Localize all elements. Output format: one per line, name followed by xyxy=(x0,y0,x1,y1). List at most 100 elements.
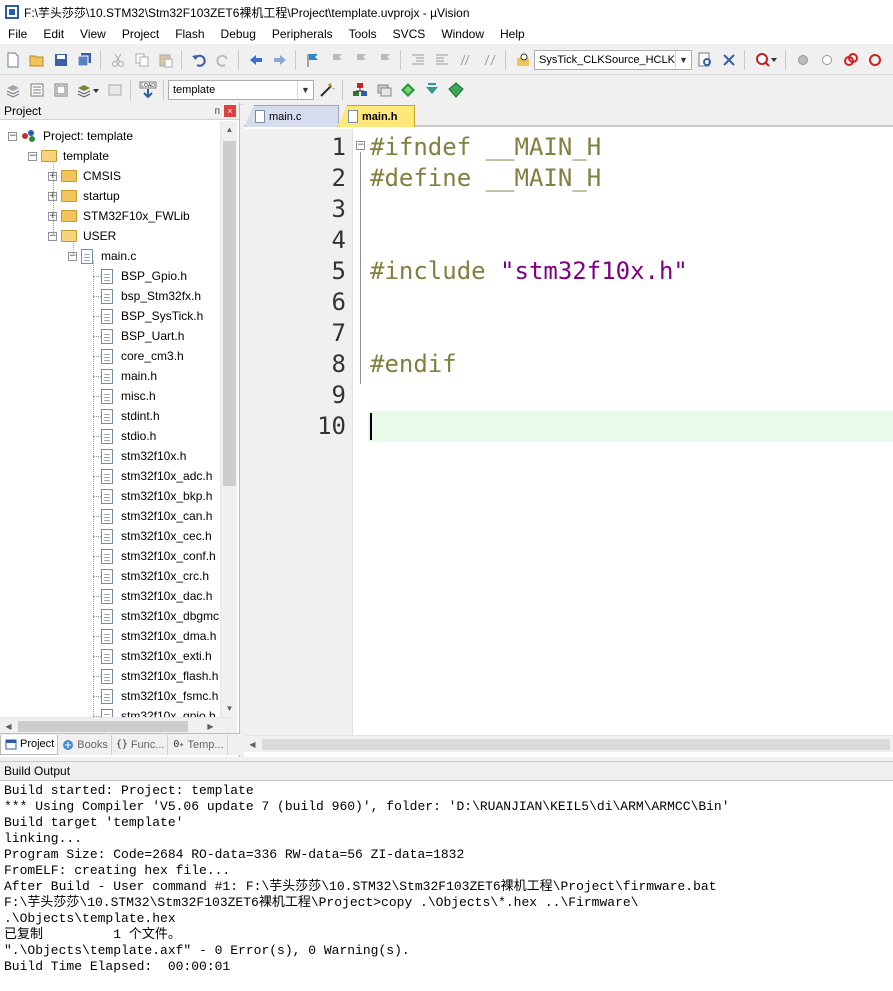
tab-project[interactable]: Project xyxy=(0,734,59,755)
close-icon[interactable]: × xyxy=(224,105,236,117)
tree-include-stm32f10x-dbgmc[interactable]: stm32f10x_dbgmc xyxy=(101,606,219,626)
undo-button[interactable] xyxy=(188,49,210,71)
tree-project-root[interactable]: − Project: template xyxy=(8,126,133,146)
paste-button[interactable] xyxy=(155,49,177,71)
tree-include-stdint-h[interactable]: stdint.h xyxy=(101,406,160,426)
batch-build-button[interactable] xyxy=(74,79,102,101)
kill-breakpoints-button[interactable] xyxy=(864,49,886,71)
scroll-down-icon[interactable]: ▼ xyxy=(221,700,238,717)
tree-include-stm32f10x-dac-h[interactable]: stm32f10x_dac.h xyxy=(101,586,212,606)
pack-installer-2-button[interactable] xyxy=(445,79,467,101)
disable-breakpoints-button[interactable] xyxy=(840,49,862,71)
tree-include-stm32f10x-dma-h[interactable]: stm32f10x_dma.h xyxy=(101,626,216,646)
menu-file[interactable]: File xyxy=(0,24,35,44)
stop-build-button[interactable] xyxy=(104,79,126,101)
bookmark-toggle-button[interactable] xyxy=(302,49,324,71)
tree-include-stm32f10x-adc-h[interactable]: stm32f10x_adc.h xyxy=(101,466,212,486)
manage-rte-button[interactable] xyxy=(397,79,419,101)
debug-session-button[interactable] xyxy=(751,49,781,71)
tree-group-user[interactable]: − USER xyxy=(48,226,116,246)
menu-view[interactable]: View xyxy=(72,24,114,44)
tree-include-stm32f10x-fsmc-h[interactable]: stm32f10x_fsmc.h xyxy=(101,686,218,706)
target-select-dropdown[interactable]: template ▼ xyxy=(168,79,314,100)
tree-include-stm32f10x-conf-h[interactable]: stm32f10x_conf.h xyxy=(101,546,216,566)
menu-project[interactable]: Project xyxy=(114,24,167,44)
tab-functions[interactable]: {} Func... xyxy=(112,734,169,755)
tree-group-cmsis[interactable]: + CMSIS xyxy=(48,166,121,186)
menu-window[interactable]: Window xyxy=(433,24,492,44)
translate-button[interactable] xyxy=(2,79,24,101)
rebuild-button[interactable] xyxy=(50,79,72,101)
scrollbar-thumb[interactable] xyxy=(18,721,188,732)
tree-include-stm32f10x-gpio-h[interactable]: stm32f10x_gpio.h xyxy=(101,706,216,717)
tree-include-main-h[interactable]: main.h xyxy=(101,366,157,386)
tree-vertical-scrollbar[interactable]: ▲ ▼ xyxy=(220,121,237,717)
pack-installer-button[interactable] xyxy=(421,79,443,101)
comment-button[interactable] xyxy=(455,49,477,71)
tree-include-bsp-uart-h[interactable]: BSP_Uart.h xyxy=(101,326,184,346)
menu-peripherals[interactable]: Peripherals xyxy=(264,24,341,44)
find-in-files-button[interactable] xyxy=(512,49,534,71)
menu-debug[interactable]: Debug xyxy=(213,24,264,44)
tree-group-startup[interactable]: + startup xyxy=(48,186,120,206)
indent-button[interactable] xyxy=(407,49,429,71)
scroll-up-icon[interactable]: ▲ xyxy=(221,121,238,138)
menu-edit[interactable]: Edit xyxy=(35,24,72,44)
tree-target-template[interactable]: − template xyxy=(28,146,109,166)
select-packs-button[interactable] xyxy=(373,79,395,101)
incremental-find-button[interactable] xyxy=(718,49,740,71)
bookmark-prev-button[interactable] xyxy=(326,49,348,71)
tree-include-stm32f10x-h[interactable]: stm32f10x.h xyxy=(101,446,186,466)
menu-help[interactable]: Help xyxy=(492,24,533,44)
save-all-button[interactable] xyxy=(74,49,96,71)
tree-include-bsp-gpio-h[interactable]: BSP_Gpio.h xyxy=(101,266,187,286)
navigate-back-button[interactable] xyxy=(245,49,267,71)
bookmark-clear-button[interactable] xyxy=(374,49,396,71)
tree-include-core-cm3-h[interactable]: core_cm3.h xyxy=(101,346,184,366)
tree-horizontal-scrollbar[interactable]: ◀ ▶ xyxy=(0,717,237,734)
collapse-icon[interactable]: − xyxy=(28,151,37,161)
build-output-log[interactable]: Build started: Project: template *** Usin… xyxy=(4,783,889,975)
tree-file-main-c[interactable]: − main.c xyxy=(68,246,136,266)
menu-tools[interactable]: Tools xyxy=(341,24,385,44)
navigate-forward-button[interactable] xyxy=(269,49,291,71)
collapse-icon[interactable]: − xyxy=(8,131,17,141)
code-editor[interactable]: #ifndef __MAIN_H #define __MAIN_H #include… xyxy=(368,129,893,737)
bookmark-next-button[interactable] xyxy=(350,49,372,71)
editor-tab-main-c[interactable]: main.c xyxy=(244,105,339,127)
tree-include-bsp-stm32fx-h[interactable]: bsp_Stm32fx.h xyxy=(101,286,201,306)
unindent-button[interactable] xyxy=(431,49,453,71)
tab-books[interactable]: Books xyxy=(58,734,112,755)
scrollbar-thumb[interactable] xyxy=(223,141,236,486)
menu-flash[interactable]: Flash xyxy=(167,24,212,44)
open-file-button[interactable] xyxy=(26,49,48,71)
insert-breakpoint-button[interactable] xyxy=(792,49,814,71)
copy-button[interactable] xyxy=(131,49,153,71)
uncomment-button[interactable] xyxy=(479,49,501,71)
tree-include-stm32f10x-exti-h[interactable]: stm32f10x_exti.h xyxy=(101,646,212,666)
new-file-button[interactable] xyxy=(2,49,24,71)
tab-templates[interactable]: 0 + Temp... xyxy=(168,734,228,755)
tree-include-stm32f10x-flash-h[interactable]: stm32f10x_flash.h xyxy=(101,666,218,686)
fold-collapse-icon[interactable]: − xyxy=(356,141,365,150)
scrollbar-thumb[interactable] xyxy=(262,739,890,750)
tree-include-stm32f10x-cec-h[interactable]: stm32f10x_cec.h xyxy=(101,526,212,546)
tree-include-stdio-h[interactable]: stdio.h xyxy=(101,426,156,446)
scroll-left-icon[interactable]: ◀ xyxy=(244,736,261,753)
tree-include-stm32f10x-bkp-h[interactable]: stm32f10x_bkp.h xyxy=(101,486,212,506)
editor-tab-main-h[interactable]: main.h xyxy=(337,105,415,127)
target-options-button[interactable] xyxy=(316,79,338,101)
tree-group-stm32f10x-fwlib[interactable]: + STM32F10x_FWLib xyxy=(48,206,190,226)
tree-include-misc-h[interactable]: misc.h xyxy=(101,386,156,406)
cut-button[interactable] xyxy=(107,49,129,71)
enable-breakpoint-button[interactable] xyxy=(816,49,838,71)
menu-svcs[interactable]: SVCS xyxy=(385,24,434,44)
tree-include-stm32f10x-can-h[interactable]: stm32f10x_can.h xyxy=(101,506,212,526)
find-button[interactable] xyxy=(694,49,716,71)
tree-include-bsp-systick-h[interactable]: BSP_SysTick.h xyxy=(101,306,203,326)
pin-icon[interactable]: ᴨ xyxy=(215,106,220,117)
function-find-dropdown[interactable]: SysTick_CLKSource_HCLK ▼ xyxy=(534,49,692,70)
download-button[interactable]: LOAD xyxy=(137,79,159,101)
save-button[interactable] xyxy=(50,49,72,71)
build-button[interactable] xyxy=(26,79,48,101)
